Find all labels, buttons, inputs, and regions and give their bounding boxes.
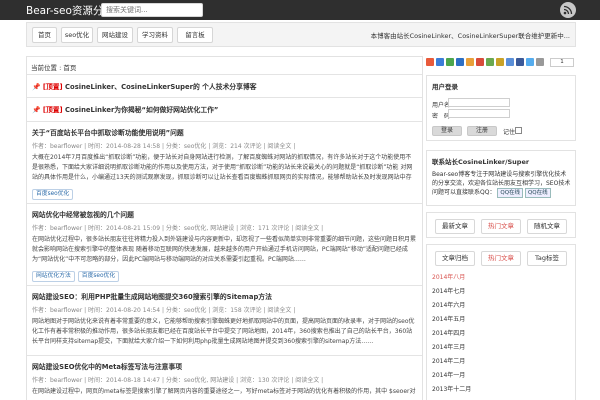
post-excerpt: 大概在2014年7月百度推出“抓取诊断”功能，便于站长对自身网站进行检测，了解百… — [32, 154, 413, 181]
share-douban-icon[interactable] — [466, 58, 474, 66]
archive-link[interactable]: 2014年四月 — [432, 328, 465, 337]
password-field[interactable] — [448, 109, 510, 118]
archive-link[interactable]: 2014年六月 — [432, 300, 465, 309]
nav-guestbook[interactable]: 留言板 — [177, 27, 213, 43]
username-field[interactable] — [448, 98, 510, 107]
post-item: 网站建设SEO优化中的Meta标签写法与注意事项 作者：bearflower |… — [27, 355, 422, 400]
share-wechat-icon[interactable] — [486, 58, 494, 66]
share-tqq-icon[interactable] — [456, 58, 464, 66]
contact-panel: 联系站长CosineLinker/Super Bear-seo博客专注于网站建设… — [426, 150, 576, 206]
sticky-post[interactable]: 📌 [顶置] CosineLinker、CosineLinkerSuper的 个… — [27, 74, 422, 96]
post-meta: 作者：bearflower | 时间：2014-08-21 15:09 | 分类… — [32, 225, 324, 232]
contact-heading: 联系站长CosineLinker/Super — [432, 158, 530, 166]
nav-site-build[interactable]: 网站建设 — [97, 27, 133, 43]
archive-panel: 文章归档 热门文章 Tag标签 2014年八月 2014年七月 2014年六月 … — [426, 244, 576, 400]
post-title[interactable]: 网站优化中经常被忽视的几个问题 — [32, 209, 134, 219]
share-twitter-icon[interactable] — [526, 58, 534, 66]
sticky-post[interactable]: 📌 [顶置] CosineLinker为你揭秘“如何做好网站优化工作” — [27, 97, 422, 119]
nav-home[interactable]: 首页 — [32, 27, 57, 43]
main-content: 当前位置 : 首页 📌 [顶置] CosineLinker、CosineLink… — [26, 56, 423, 400]
search-input[interactable] — [101, 3, 203, 17]
share-bar: 1 — [426, 56, 576, 70]
post-title[interactable]: 关于“百度站长平台中抓取诊断功能使用说明”问题 — [32, 127, 184, 137]
nav-seo[interactable]: seo优化 — [61, 27, 93, 43]
top-bar: Bear-seo资源分享 — [0, 0, 600, 20]
post-excerpt: 在网站建设过程中，网页的meta标签是搜索引擎了解网页内容的重要途径之一，写好m… — [32, 388, 416, 395]
post-title[interactable]: 网站建设SEO优化中的Meta标签写法与注意事项 — [32, 361, 182, 371]
tab-tags[interactable]: Tag标签 — [527, 251, 567, 266]
post-item: 关于“百度站长平台中抓取诊断功能使用说明”问题 作者：bearflower | … — [27, 121, 422, 203]
pin-icon: 📌 — [32, 106, 41, 114]
login-panel: 用户登录 用户名 密 码 登录 注册 记住 — [426, 75, 576, 141]
qq-online-button[interactable]: QQ在线 — [524, 188, 551, 198]
share-facebook-icon[interactable] — [516, 58, 524, 66]
rss-icon[interactable] — [560, 2, 576, 18]
post-tag[interactable]: 网站优化方法 — [32, 271, 75, 282]
archive-link[interactable]: 2013年十二月 — [432, 384, 471, 393]
share-more-icon[interactable] — [536, 58, 544, 66]
post-meta: 作者：bearflower | 时间：2014-08-20 14:54 | 分类… — [32, 307, 296, 314]
share-bookmark-icon[interactable] — [496, 58, 504, 66]
tab-popular[interactable]: 热门文章 — [481, 251, 521, 266]
pin-icon: 📌 — [32, 83, 41, 91]
share-count: 1 — [550, 58, 574, 67]
sticky-tag: [顶置] — [42, 83, 63, 91]
sticky-title[interactable]: CosineLinker为你揭秘“如何做好网站优化工作” — [65, 106, 218, 114]
register-button[interactable]: 注册 — [467, 126, 497, 136]
tab-random[interactable]: 随机文章 — [527, 219, 567, 234]
archive-link[interactable]: 2014年八月 — [432, 272, 465, 281]
breadcrumb: 当前位置 : 首页 — [31, 64, 77, 72]
post-tag[interactable]: 百度seo优化 — [32, 189, 74, 200]
share-weibo-icon[interactable] — [436, 58, 444, 66]
post-item: 网站优化中经常被忽视的几个问题 作者：bearflower | 时间：2014-… — [27, 203, 422, 285]
post-excerpt: 在网站优化过程中，很多站长朋友往往将精力投入到外链建设与内容更新中，却忽视了一些… — [32, 236, 417, 263]
tab-archive[interactable]: 文章归档 — [435, 251, 475, 266]
post-item: 网站建设SEO：利用PHP批量生成网站地图提交360搜索引擎的Sitemap方法… — [27, 285, 422, 355]
share-renren-icon[interactable] — [446, 58, 454, 66]
archive-link[interactable]: 2014年二月 — [432, 356, 465, 365]
share-mail-icon[interactable] — [506, 58, 514, 66]
archive-link[interactable]: 2014年五月 — [432, 314, 465, 323]
remember-checkbox[interactable] — [515, 127, 522, 134]
post-excerpt: 网站地图对于网站优化来说有着非常重要的意义，它能够帮助搜索引擎蜘蛛更好地抓取网站… — [32, 318, 415, 345]
remember-label: 记住 — [503, 129, 516, 136]
main-nav: 首页 seo优化 网站建设 学习资料 留言板 本博客由站长CosineLinke… — [26, 22, 576, 47]
archive-link[interactable]: 2014年三月 — [432, 342, 465, 351]
site-notice: 本博客由站长CosineLinker、CosineLinkerSuper联合维护… — [370, 32, 570, 40]
tab-latest[interactable]: 最新文章 — [435, 219, 475, 234]
tab-hot[interactable]: 热门文章 — [481, 219, 521, 234]
archive-link[interactable]: 2014年七月 — [432, 286, 465, 295]
post-meta: 作者：bearflower | 时间：2014-08-18 14:47 | 分类… — [32, 377, 324, 384]
login-button[interactable]: 登录 — [432, 126, 462, 136]
post-tag[interactable]: 百度seo优化 — [77, 271, 120, 282]
post-title[interactable]: 网站建设SEO：利用PHP批量生成网站地图提交360搜索引擎的Sitemap方法 — [32, 291, 272, 301]
share-qzone-icon[interactable] — [426, 58, 434, 66]
login-heading: 用户登录 — [432, 83, 458, 91]
qq-online-button[interactable]: QQ在线 — [497, 188, 524, 198]
sticky-title[interactable]: CosineLinker、CosineLinkerSuper的 个人技术分享博客 — [65, 83, 256, 91]
archive-link[interactable]: 2014年一月 — [432, 370, 465, 379]
sticky-tag: [顶置] — [42, 106, 63, 114]
recent-tabs: 最新文章 热门文章 随机文章 — [426, 212, 576, 238]
nav-materials[interactable]: 学习资料 — [137, 27, 173, 43]
post-meta: 作者：bearflower | 时间：2014-08-28 14:58 | 分类… — [32, 143, 296, 150]
share-kaixin-icon[interactable] — [476, 58, 484, 66]
